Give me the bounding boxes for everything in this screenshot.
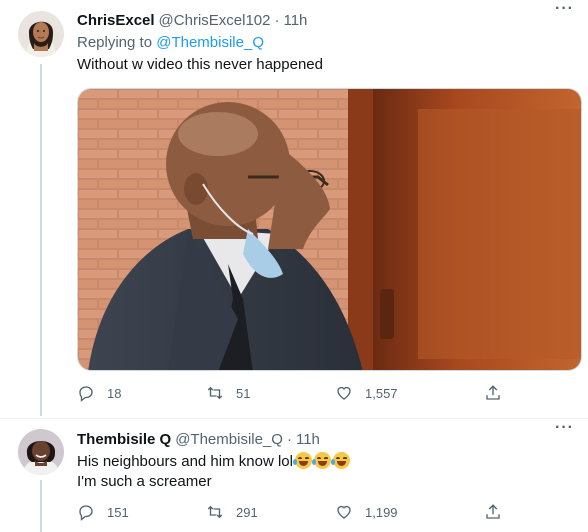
- user-handle[interactable]: @ChrisExcel102: [159, 11, 271, 31]
- reply-count: 151: [107, 504, 129, 520]
- tweet-text: Without w video this never happened: [77, 55, 588, 75]
- tears-of-joy-emoji-icon: [330, 452, 350, 469]
- reply-button[interactable]: 151: [77, 503, 129, 521]
- separator-dot: ·: [286, 431, 292, 448]
- reply-icon: [79, 505, 93, 521]
- like-count: 1,557: [365, 385, 398, 401]
- tweet-content: Thembisile Q @Thembisile_Q · 11h His nei…: [77, 430, 588, 492]
- more-options-icon[interactable]: ···: [555, 419, 574, 437]
- replying-label: Replying to: [77, 34, 153, 51]
- replying-to-link[interactable]: @Thembisile_Q: [156, 34, 264, 51]
- tweet-text-segment: His neighbours and him know lol: [77, 453, 293, 470]
- heart-icon: [337, 505, 351, 519]
- like-button[interactable]: 1,199: [335, 503, 398, 521]
- reply-button[interactable]: 18: [77, 384, 121, 402]
- share-icon: [486, 504, 500, 519]
- avatar[interactable]: [18, 429, 64, 475]
- retweet-icon: [207, 505, 223, 519]
- tweet-text-line: His neighbours and him know lol: [77, 452, 588, 472]
- tweet[interactable]: ChrisExcel @ChrisExcel102 · 11h Replying…: [0, 0, 588, 418]
- timestamp[interactable]: 11h: [283, 11, 307, 31]
- user-handle[interactable]: @Thembisile_Q: [175, 430, 283, 450]
- display-name[interactable]: Thembisile Q: [77, 430, 171, 450]
- tears-of-joy-emoji-icon: [292, 452, 312, 469]
- tweet-text-line: Without w video this never happened: [77, 56, 323, 73]
- tweet[interactable]: Thembisile Q @Thembisile_Q · 11h His nei…: [0, 418, 588, 532]
- reply-count: 18: [107, 385, 122, 401]
- retweet-count: 51: [236, 385, 251, 401]
- tweet-content: ChrisExcel @ChrisExcel102 · 11h Replying…: [77, 11, 588, 75]
- thread-line: [40, 480, 42, 532]
- timestamp[interactable]: 11h: [296, 430, 320, 450]
- reply-icon: [79, 386, 93, 402]
- like-button[interactable]: 1,557: [335, 384, 398, 402]
- share-icon: [486, 385, 500, 400]
- tweet-photo[interactable]: [77, 88, 582, 371]
- avatar[interactable]: [18, 11, 64, 57]
- replying-to: Replying to @Thembisile_Q: [77, 33, 588, 53]
- more-options-icon[interactable]: ···: [555, 0, 574, 18]
- like-count: 1,199: [365, 504, 398, 520]
- tweet-text: His neighbours and him know lol I'm such…: [77, 452, 588, 492]
- separator-dot: ·: [274, 12, 280, 29]
- tweet-header: Thembisile Q @Thembisile_Q · 11h: [77, 430, 588, 450]
- share-button[interactable]: [484, 503, 502, 521]
- retweet-count: 291: [236, 504, 258, 520]
- retweet-button[interactable]: 291: [206, 503, 258, 521]
- tears-of-joy-emoji-icon: [311, 452, 331, 469]
- tweet-text-line: I'm such a screamer: [77, 473, 212, 490]
- share-button[interactable]: [484, 384, 502, 402]
- heart-icon: [337, 386, 351, 400]
- display-name[interactable]: ChrisExcel: [77, 11, 155, 31]
- retweet-button[interactable]: 51: [206, 384, 250, 402]
- retweet-icon: [207, 386, 223, 400]
- tweet-header: ChrisExcel @ChrisExcel102 · 11h: [77, 11, 588, 31]
